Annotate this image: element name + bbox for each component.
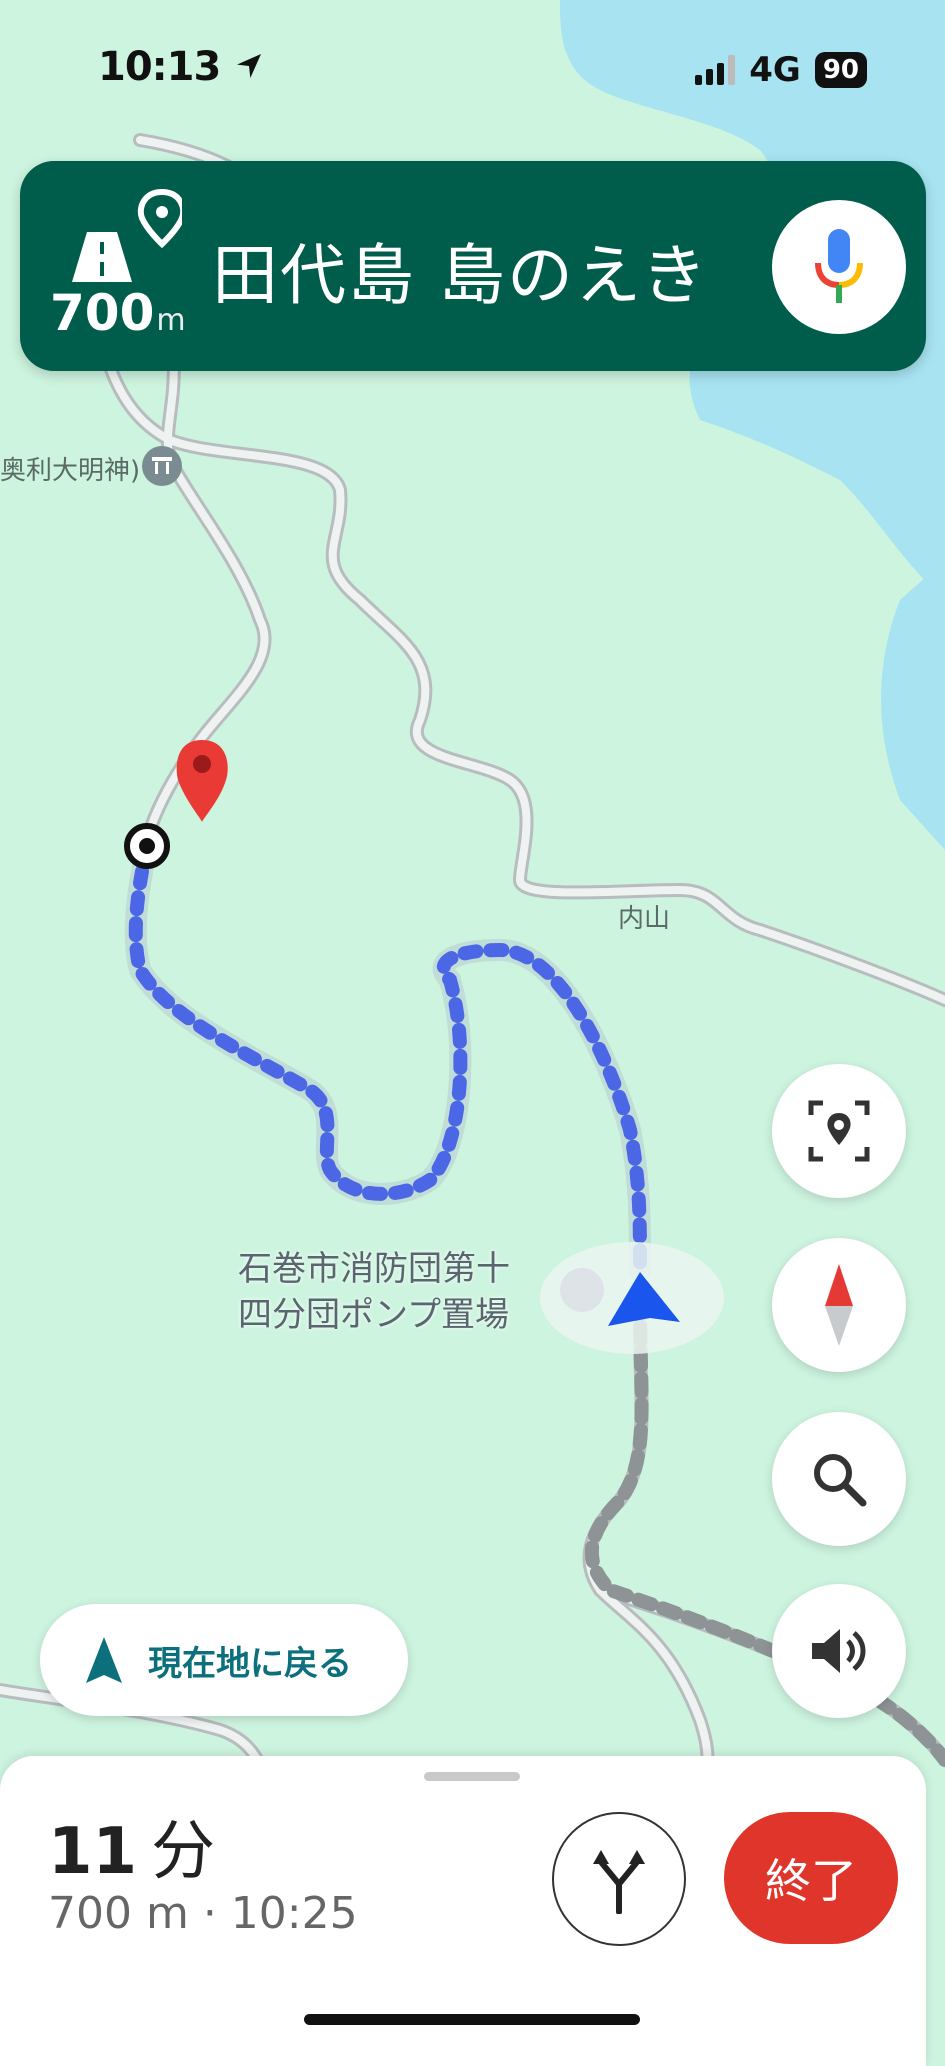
eta-minutes: 11 分 xyxy=(48,1815,216,1889)
sound-button[interactable] xyxy=(772,1584,906,1718)
search-button[interactable] xyxy=(772,1412,906,1546)
signal-icon xyxy=(695,55,736,85)
destination-target-icon xyxy=(124,823,170,869)
nav-distance: 700m xyxy=(50,284,186,342)
voice-search-button[interactable] xyxy=(772,200,906,334)
location-arrow-icon xyxy=(237,54,262,78)
nav-destination: 田代島 島のえき xyxy=(212,237,709,314)
alternate-routes-button[interactable] xyxy=(552,1812,686,1946)
trip-summary: 700 m · 10:25 xyxy=(48,1888,358,1939)
google-mic-icon xyxy=(815,229,863,303)
sheet-handle[interactable] xyxy=(424,1772,520,1781)
recenter-button[interactable]: 現在地に戻る xyxy=(40,1604,408,1716)
shrine-label: 奥利大明神) xyxy=(0,456,141,486)
road-destination-icon xyxy=(72,188,182,282)
volume-icon xyxy=(812,1629,866,1673)
current-location-icon xyxy=(540,1242,724,1354)
battery-icon: 90 xyxy=(814,52,867,88)
shrine-icon xyxy=(142,446,182,486)
network-type: 4G xyxy=(749,50,801,90)
recenter-label: 現在地に戻る xyxy=(148,1643,352,1684)
navigation-arrow-icon xyxy=(86,1637,122,1683)
status-indicators: 4G 90 xyxy=(695,50,867,90)
status-time: 10:13 xyxy=(98,44,265,90)
search-icon xyxy=(814,1454,867,1507)
compass-button[interactable] xyxy=(772,1238,906,1372)
fork-arrows-icon xyxy=(593,1850,645,1914)
poi-label: 石巻市消防団第十 四分団ポンプ置場 xyxy=(238,1249,510,1335)
compass-icon xyxy=(825,1264,853,1346)
camera-search-button[interactable] xyxy=(772,1064,906,1198)
area-label: 内山 xyxy=(618,904,671,934)
end-navigation-button[interactable]: 終了 xyxy=(724,1812,898,1944)
home-indicator[interactable] xyxy=(304,2014,640,2025)
focus-pin-icon xyxy=(808,1100,870,1162)
